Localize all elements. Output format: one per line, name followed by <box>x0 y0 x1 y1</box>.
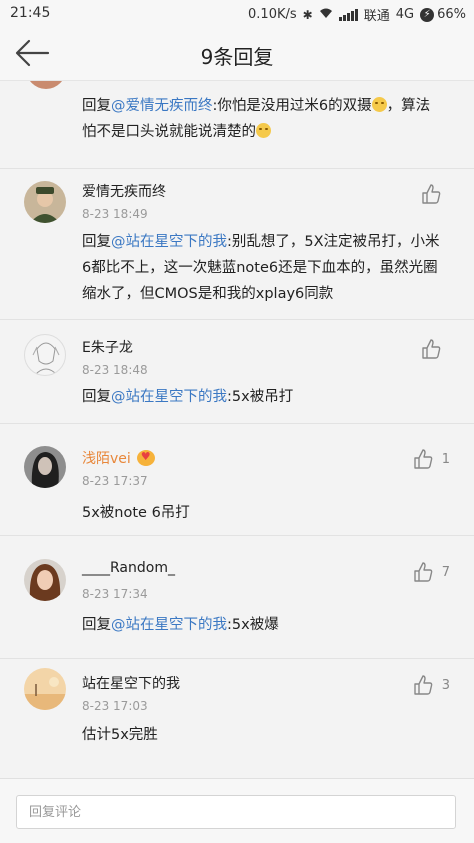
like-button[interactable]: 7 <box>412 561 450 583</box>
reply-list[interactable]: 回复@爱情无疾而终:你怕是没用过米6的双摄 ，算法怕不是口头说就能说清楚的 爱情无… <box>0 81 474 777</box>
list-item: 爱情无疾而终 8-23 18:49 回复@站在星空下的我:别乱想了，5X注定被吊… <box>0 169 474 320</box>
like-count: 7 <box>441 564 450 580</box>
heart-badge-icon <box>136 450 155 466</box>
like-button[interactable] <box>420 338 450 360</box>
avatar[interactable] <box>24 446 66 488</box>
smile-emoji-icon <box>371 97 387 112</box>
thumbs-up-icon <box>414 449 433 469</box>
mention-link[interactable]: @站在星空下的我 <box>111 617 227 633</box>
list-item: E朱子龙 8-23 18:48 回复@站在星空下的我:5x被吊打 <box>0 320 474 424</box>
signal-icon <box>338 8 358 21</box>
comment-body: 回复@站在星空下的我:5x被吊打 <box>82 389 294 405</box>
list-item: 回复@爱情无疾而终:你怕是没用过米6的双摄 ，算法怕不是口头说就能说清楚的 <box>0 81 474 169</box>
comment-body: 回复@站在星空下的我:5x被爆 <box>82 617 279 633</box>
reply-composer <box>0 778 474 843</box>
avatar[interactable] <box>24 668 66 710</box>
like-button[interactable]: 1 <box>412 448 450 470</box>
like-button[interactable] <box>420 183 450 205</box>
username[interactable]: 爱情无疾而终 <box>82 181 166 201</box>
thumbs-up-icon <box>414 675 433 695</box>
comment-body: 估计5x完胜 <box>82 727 158 743</box>
carrier-name: 联通 <box>363 9 390 24</box>
like-count: 3 <box>441 677 450 693</box>
status-indicators: 0.10K/s ✱ 联通 4G ⚡ 66% <box>248 5 466 24</box>
mention-link[interactable]: @爱情无疾而终 <box>111 98 213 114</box>
timestamp: 8-23 17:37 <box>82 474 148 488</box>
battery-charging-icon: ⚡ <box>420 7 435 22</box>
status-bar: 21:45 0.10K/s ✱ 联通 4G ⚡ 66% <box>0 0 474 28</box>
status-time: 21:45 <box>10 5 51 21</box>
thumbs-up-icon <box>422 339 441 359</box>
app-header: 9条回复 <box>0 28 474 81</box>
thumbs-up-icon <box>422 184 441 204</box>
comment-body: 回复@爱情无疾而终:你怕是没用过米6的双摄 ，算法怕不是口头说就能说清楚的 <box>82 97 431 140</box>
page-title: 9条回复 <box>200 45 274 69</box>
bluetooth-icon: ✱ <box>302 7 313 22</box>
mention-link[interactable]: @站在星空下的我 <box>111 389 227 405</box>
avatar[interactable] <box>24 181 66 223</box>
mention-link[interactable]: @站在星空下的我 <box>111 234 227 250</box>
avatar[interactable] <box>24 334 66 376</box>
comment-body: 回复@站在星空下的我:别乱想了，5X注定被吊打，小米6都比不上，这一次魅蓝not… <box>82 234 440 302</box>
net-speed: 0.10K/s <box>248 7 297 22</box>
username[interactable]: E朱子龙 <box>82 337 133 357</box>
timestamp: 8-23 17:34 <box>82 587 148 601</box>
timestamp: 8-23 18:49 <box>82 207 148 221</box>
like-count: 1 <box>441 451 450 467</box>
timestamp: 8-23 18:48 <box>82 363 148 377</box>
avatar <box>26 81 66 89</box>
username[interactable]: ____Random_ <box>82 560 175 576</box>
list-item: ____Random_ 8-23 17:34 7 回复@站在星空下的我:5x被爆 <box>0 536 474 659</box>
avatar[interactable] <box>24 559 66 601</box>
smile-emoji-icon <box>256 123 271 138</box>
like-button[interactable]: 3 <box>412 674 450 696</box>
username[interactable]: 站在星空下的我 <box>82 673 180 693</box>
timestamp: 8-23 17:03 <box>82 699 148 713</box>
list-item: 浅陌vei 8-23 17:37 1 5x被note 6吊打 <box>0 424 474 536</box>
reply-input[interactable] <box>16 795 456 829</box>
comment-body: 5x被note 6吊打 <box>82 505 190 521</box>
network-type: 4G <box>395 7 415 22</box>
battery-level: 66% <box>437 7 466 22</box>
username[interactable]: 浅陌vei <box>82 448 155 468</box>
list-item: 站在星空下的我 8-23 17:03 3 估计5x完胜 <box>0 659 474 777</box>
battery: ⚡ 66% <box>420 7 466 22</box>
thumbs-up-icon <box>414 562 433 582</box>
wifi-icon <box>319 7 333 22</box>
